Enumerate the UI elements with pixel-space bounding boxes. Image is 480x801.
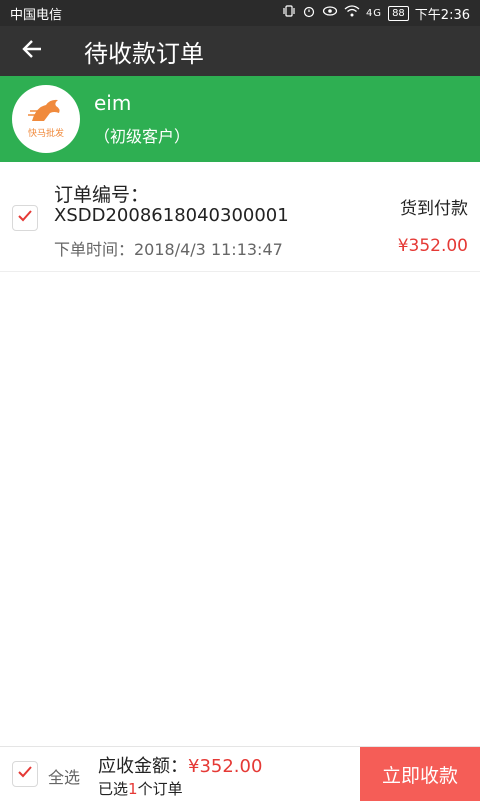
signal-icon: 4G (365, 7, 383, 19)
bottom-bar: 全选 应收金额：¥352.00 已选1个订单 立即收款 (0, 746, 480, 801)
order-number-label: 订单编号： (54, 184, 150, 206)
clock-time: 下午2:36 (414, 7, 470, 23)
wifi-icon (344, 4, 360, 22)
order-number: XSDD2008618040300001 (54, 205, 289, 226)
customer-name: eim (94, 91, 132, 115)
battery-icon: 88 (388, 5, 409, 21)
selected-count-line: 已选1个订单 (98, 778, 183, 799)
select-all-checkbox[interactable] (12, 761, 38, 787)
customer-info: eim （初级客户） (94, 91, 190, 147)
collect-now-button[interactable]: 立即收款 (360, 747, 480, 801)
selected-count: 1 (128, 780, 138, 798)
page-title: 待收款订单 (84, 39, 204, 68)
order-amount: ¥352.00 (397, 236, 468, 256)
customer-level: （初级客户） (94, 127, 191, 146)
selected-suffix: 个订单 (137, 780, 183, 798)
total-label: 应收金额： (98, 756, 188, 777)
order-checkbox[interactable] (12, 205, 38, 231)
vibrate-icon (282, 4, 296, 22)
logo-text: 快马批发 (27, 129, 64, 139)
order-time: 下单时间：2018/4/3 11:13:47 (54, 240, 283, 259)
check-icon (17, 764, 33, 784)
back-button[interactable] (0, 26, 64, 76)
app-bar: 待收款订单 (0, 26, 480, 76)
total-amount: ¥352.00 (188, 756, 263, 777)
order-row[interactable]: 订单编号： XSDD2008618040300001 货到付款 下单时间：201… (0, 172, 480, 272)
eye-icon (322, 4, 338, 22)
arrow-left-icon (21, 38, 43, 64)
selected-prefix: 已选 (98, 780, 129, 798)
carrier-label: 中国电信 (10, 7, 63, 23)
alarm-icon (302, 4, 316, 22)
customer-avatar: 快马批发 (12, 85, 80, 153)
customer-header: 快马批发 eim （初级客户） (0, 76, 480, 162)
payment-method: 货到付款 (400, 199, 468, 219)
check-icon (17, 208, 33, 228)
total-line: 应收金额：¥352.00 (98, 752, 262, 778)
select-all-label[interactable]: 全选 (48, 764, 80, 788)
status-icons: 4G 88 下午2:36 (282, 4, 470, 23)
status-bar: 中国电信 4G 88 下午2:36 (0, 0, 480, 26)
